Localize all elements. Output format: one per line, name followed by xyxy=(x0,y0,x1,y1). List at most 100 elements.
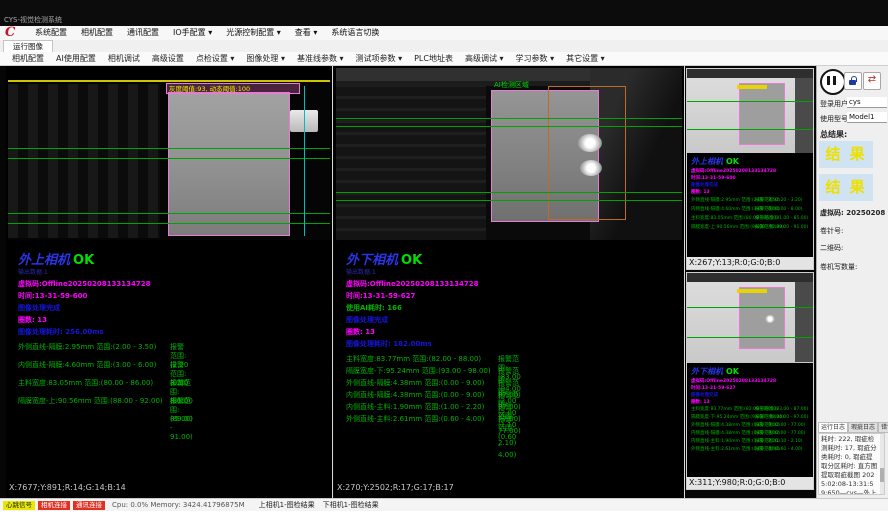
menu-io-config[interactable]: IO手配置 ▾ xyxy=(166,26,219,40)
tool-spot-check[interactable]: 点检设置 ▾ xyxy=(190,52,241,65)
toolbar: 相机配置 AI使用配置 相机调试 高级设置 点检设置 ▾ 图像处理 ▾ 基准线参… xyxy=(0,52,888,66)
capture-time: 时间:13-31-59-600 xyxy=(691,175,784,182)
switch-button[interactable]: ⇄ xyxy=(863,72,881,90)
camera-connection-badge: 相机连接 xyxy=(38,501,70,510)
process-done: 图像处理完成 xyxy=(346,316,491,325)
total-result-label: 总结果: xyxy=(820,129,847,140)
camera-name: 外下相机 xyxy=(346,253,398,268)
log-text: 耗时: 222, 瑕疵检测耗时: 17, 瑕疵分类耗时: 0, 瑕疵提取分区耗时… xyxy=(819,434,884,495)
camera-view-outer-lower[interactable]: AI检测区域 xyxy=(336,68,682,240)
upper-camera-result-link: 上相机1-图检结果 xyxy=(259,500,315,510)
log-tab-error[interactable]: 错误日志 xyxy=(878,422,888,433)
tool-learn-params[interactable]: 学习参数 ▾ xyxy=(510,52,561,65)
reflection-highlight xyxy=(580,160,602,176)
tool-camera-debug[interactable]: 相机调试 xyxy=(102,52,146,65)
app-logo-icon: C xyxy=(5,26,23,40)
loop-count: 圈数: 13 xyxy=(18,316,163,325)
measurement-row: 内侧直线-隔膜:4.38mm 范围:(0.00 - 9.00)报警范围:(2.0… xyxy=(346,391,491,403)
measure-value: 内侧直线-隔膜:4.38mm 范围:(0.00 - 9.00) xyxy=(346,391,484,399)
tool-camera-config[interactable]: 相机配置 xyxy=(6,52,50,65)
write-count-label: 卷机写数量: xyxy=(820,262,857,272)
capture-time: 时间:13-31-59-600 xyxy=(18,292,163,301)
login-user-field[interactable]: cys xyxy=(847,97,887,108)
machine-background xyxy=(795,78,813,153)
model-field[interactable]: Model1 xyxy=(847,112,887,123)
virtual-code: 虚拟码:Offline20250208133134728 xyxy=(691,168,784,175)
capture-time: 时间:13-31-59-627 xyxy=(346,292,491,301)
camera-name: 外上相机 xyxy=(18,253,70,268)
camera-name: 外下相机 xyxy=(691,367,723,376)
menu-comm-config[interactable]: 通讯配置 xyxy=(120,26,166,40)
mini-result-text: 外下相机OK 虚拟码:Offline20250208133134728 时间:1… xyxy=(691,367,784,454)
tool-other-settings[interactable]: 其它设置 ▾ xyxy=(560,52,611,65)
process-done: 图像处理完成 xyxy=(691,182,784,189)
threshold-overlay-label xyxy=(737,289,767,293)
log-scrollbar[interactable] xyxy=(880,434,884,494)
measure-value: 隔膜宽度-下:95.24mm 范围:(93.00 - 98.00) xyxy=(346,367,491,375)
measurement-row: 外侧直线-主料:2.61mm 范围:(0.60 - 4.00)报警范围:(0.6… xyxy=(691,446,784,454)
machine-frame xyxy=(687,69,813,78)
pixel-coordinates-readout: X:267;Y:13;R:0;G:0;B:0 xyxy=(687,257,813,269)
machine-background xyxy=(795,282,813,362)
tool-plc-address[interactable]: PLC地址表 xyxy=(408,52,459,65)
alarm-range: 报警范围:(89.00 - 91.00) xyxy=(755,223,808,232)
measurement-row: 隔膜宽度-上:90.56mm 范围:(88.00 - 92.00)报警范围:(8… xyxy=(691,223,784,232)
status-bar: 心跳信号 相机连接 通讯连接 Cpu: 0.0% Memory: 3424.41… xyxy=(0,498,888,511)
mini-camera-view-lower[interactable] xyxy=(687,273,813,363)
scrollbar-thumb[interactable] xyxy=(880,468,884,482)
tool-baseline-params[interactable]: 基准线参数 ▾ xyxy=(291,52,350,65)
log-tab-run[interactable]: 运行日志 xyxy=(818,422,848,433)
measure-value: 内侧直线-主料:1.90mm 范围:(1.00 - 2.20) xyxy=(346,403,484,411)
output-data: 输出数据:1 xyxy=(18,269,163,276)
menu-light-config[interactable]: 光源控制配置 ▾ xyxy=(219,26,288,40)
tool-image-processing[interactable]: 图像处理 ▾ xyxy=(240,52,291,65)
inspected-part xyxy=(739,83,785,145)
tool-advanced-settings[interactable]: 高级设置 xyxy=(146,52,190,65)
measurement-row: 内侧直线-主料:1.90mm 范围:(1.00 - 2.20)报警范围:(1.1… xyxy=(346,403,491,415)
log-panel: 耗时: 222, 瑕疵检测耗时: 17, 瑕疵分类耗时: 0, 瑕疵提取分区耗时… xyxy=(818,433,885,495)
loop-count: 圈数: 13 xyxy=(346,328,491,337)
main-area: 灰度阈值:93, 动态阈值:100 外上相机OK 输出数据:1 虚拟码:Offl… xyxy=(0,66,888,498)
baseline-green-line xyxy=(336,200,682,201)
menu-camera-config[interactable]: 相机配置 xyxy=(74,26,120,40)
measurement-row: 隔膜宽度-下:95.24mm 范围:(93.00 - 98.00)报警范围:(9… xyxy=(691,414,784,422)
reflection-highlight xyxy=(578,134,602,152)
alarm-range: 报警范围:(94.00 - 97.00) xyxy=(755,414,808,422)
virtual-code: 虚拟码:Offline20250208133134728 xyxy=(346,280,491,289)
measurement-row: 内侧直线-隔膜:4.38mm 范围:(0.00 - 9.00)报警范围:(2.0… xyxy=(691,430,784,438)
result-text-outer-upper: 外上相机OK 输出数据:1 虚拟码:Offline202502081331347… xyxy=(18,254,163,415)
measurement-row: 内侧直线-主料:1.90mm 范围:(1.00 - 2.20)报警范围:(1.1… xyxy=(691,438,784,446)
menu-system-config[interactable]: 系统配置 xyxy=(28,26,74,40)
process-elapsed: 图像处理耗时: 182.00ms xyxy=(346,340,491,349)
measurement-row: 外侧直线-隔膜:2.95mm 范围:(2.00 - 3.50)报警范围:(2.2… xyxy=(691,196,784,205)
baseline-green-line xyxy=(687,101,813,102)
baseline-green-line xyxy=(687,307,813,308)
baseline-green-line xyxy=(8,148,330,149)
log-tab-defect[interactable]: 瑕疵日志 xyxy=(848,422,878,433)
measure-value: 外侧直线-隔膜:4.38mm 范围:(0.00 - 9.00) xyxy=(346,379,484,387)
measurement-row: 主料宽度:83.77mm 范围:(82.00 - 88.00)报警范围:(83.… xyxy=(346,355,491,367)
pause-button[interactable] xyxy=(820,69,846,95)
tool-ai-config[interactable]: AI使用配置 xyxy=(50,52,102,65)
ai-region-label: AI检测区域 xyxy=(494,80,529,90)
tool-test-params[interactable]: 测试项参数 ▾ xyxy=(350,52,409,65)
cpu-memory-readout: Cpu: 0.0% Memory: 3424.41796875M xyxy=(112,501,245,509)
camera-view-outer-upper[interactable]: 灰度阈值:93, 动态阈值:100 xyxy=(8,80,330,240)
menu-view[interactable]: 查看 ▾ xyxy=(288,26,325,40)
alarm-range: 报警范围:(83.00 - 87.00) xyxy=(755,406,808,414)
baseline-green-line xyxy=(336,118,682,119)
measurement-row: 外侧直线-隔膜:4.38mm 范围:(0.00 - 9.00)报警范围:(2.0… xyxy=(691,422,784,430)
result-indicator-lower: 结 果 xyxy=(819,174,873,201)
comm-connection-badge: 通讯连接 xyxy=(73,501,105,510)
camera-title: 外上相机OK xyxy=(18,254,163,268)
capture-time: 时间:13-31-59-627 xyxy=(691,385,784,392)
threshold-overlay-label: 灰度阈值:93, 动态阈值:100 xyxy=(166,83,300,94)
alarm-range: 报警范围:(0.60 - 4.00) xyxy=(755,446,803,454)
menu-language-switch[interactable]: 系统语言切换 xyxy=(324,26,386,40)
tool-advanced-debug[interactable]: 高级调试 ▾ xyxy=(459,52,510,65)
status-ok: OK xyxy=(726,157,739,166)
user-lock-button[interactable] xyxy=(844,72,862,90)
mini-panel-upper: 外上相机OK 虚拟码:Offline20250208133134728 时间:1… xyxy=(686,68,814,270)
pixel-coordinates-readout: X:311;Y:980;R:0;G:0;B:0 xyxy=(687,477,813,489)
mini-camera-view-upper[interactable] xyxy=(687,69,813,153)
